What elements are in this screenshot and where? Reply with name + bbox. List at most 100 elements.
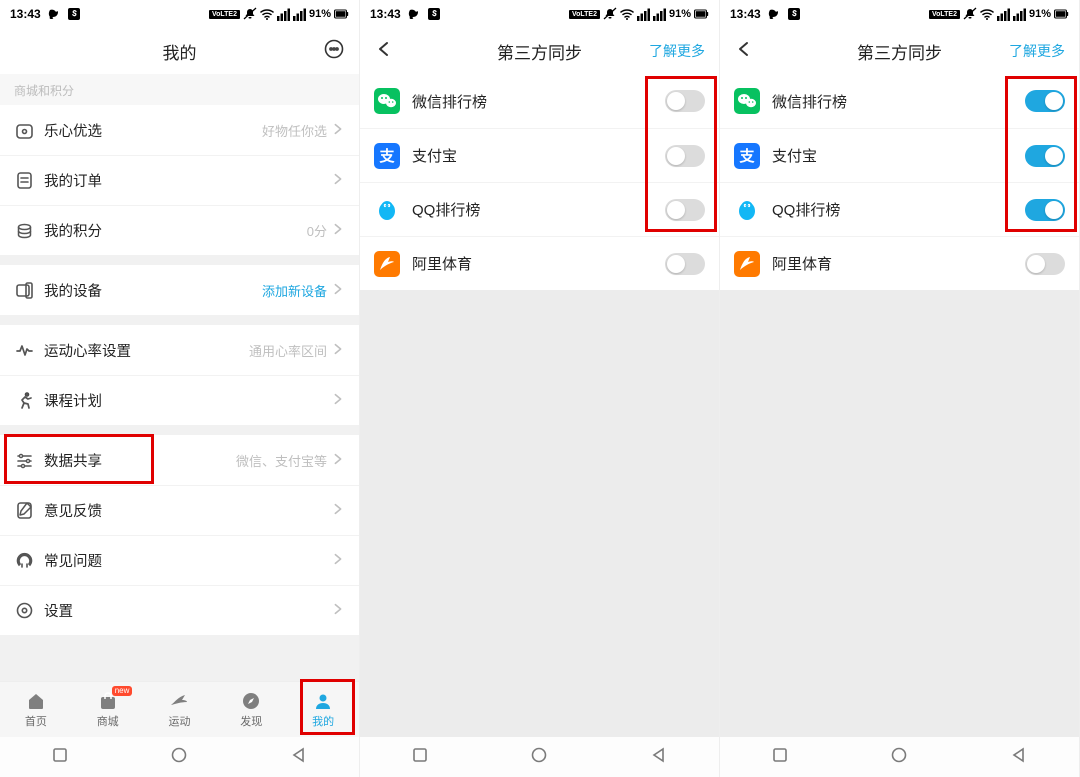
tab-mine[interactable]: 我的 [287, 682, 359, 737]
signal-icon-2 [653, 8, 666, 21]
toggle-alipay[interactable] [665, 145, 705, 167]
device-icon [14, 280, 34, 300]
sync-row-alipay[interactable]: 支付宝 [360, 128, 719, 182]
toggle-alisport[interactable] [1025, 253, 1065, 275]
points-icon [14, 221, 34, 241]
status-bar: 13:43 VoLTE2 91% [720, 0, 1079, 28]
nav-back-icon[interactable] [291, 747, 307, 768]
toggle-wechat[interactable] [1025, 90, 1065, 112]
nav-recent-icon[interactable] [772, 747, 788, 768]
sync-row-alisport[interactable]: 阿里体育 [360, 236, 719, 290]
android-nav-bar [360, 737, 719, 777]
nav-recent-icon[interactable] [412, 747, 428, 768]
wechat-icon [374, 88, 400, 114]
bell-off-icon [243, 7, 257, 21]
header-bar: 第三方同步 了解更多 [720, 28, 1079, 74]
chevron-right-icon [331, 392, 345, 409]
row-course[interactable]: 课程计划 [0, 375, 359, 425]
battery-icon [334, 8, 349, 20]
battery-text: 91% [1029, 8, 1051, 20]
toggle-qq[interactable] [1025, 199, 1065, 221]
squirrel-icon [767, 7, 781, 21]
learn-more-link[interactable]: 了解更多 [1009, 41, 1065, 61]
row-lexin-select[interactable]: 乐心优选 好物任你选 [0, 105, 359, 155]
wifi-icon [980, 7, 994, 21]
nav-back-icon[interactable] [651, 747, 667, 768]
row-faq[interactable]: 常见问题 [0, 535, 359, 585]
nav-back-icon[interactable] [1011, 747, 1027, 768]
bell-off-icon [603, 7, 617, 21]
chevron-right-icon [331, 502, 345, 519]
tab-discover[interactable]: 发现 [215, 682, 287, 737]
alipay-icon [734, 143, 760, 169]
squirrel-icon [47, 7, 61, 21]
chevron-right-icon [331, 122, 345, 139]
row-orders[interactable]: 我的订单 [0, 155, 359, 205]
sync-row-alipay[interactable]: 支付宝 [720, 128, 1079, 182]
header-bar: 第三方同步 了解更多 [360, 28, 719, 74]
row-devices[interactable]: 我的设备 添加新设备 [0, 265, 359, 315]
battery-text: 91% [309, 8, 331, 20]
feedback-icon [14, 501, 34, 521]
back-button[interactable] [374, 39, 394, 64]
alipay-icon [374, 143, 400, 169]
toggle-wechat[interactable] [665, 90, 705, 112]
android-nav-bar [0, 737, 359, 777]
squirrel-icon [407, 7, 421, 21]
signal-icon-2 [1013, 8, 1026, 21]
orders-icon [14, 171, 34, 191]
messages-icon[interactable] [323, 38, 345, 65]
row-data-share[interactable]: 数据共享 微信、支付宝等 [0, 435, 359, 485]
chevron-right-icon [331, 452, 345, 469]
battery-icon [694, 8, 709, 20]
gear-icon [14, 601, 34, 621]
status-time: 13:43 [370, 7, 401, 21]
row-heartrate[interactable]: 运动心率设置 通用心率区间 [0, 325, 359, 375]
tab-mall[interactable]: 商城new [72, 682, 144, 737]
status-time: 13:43 [10, 7, 41, 21]
signal-icon [277, 8, 290, 21]
android-nav-bar [720, 737, 1079, 777]
row-settings[interactable]: 设置 [0, 585, 359, 635]
volte-badge: VoLTE2 [569, 10, 600, 19]
row-points[interactable]: 我的积分 0分 [0, 205, 359, 255]
s-app-icon [787, 7, 801, 21]
toggle-qq[interactable] [665, 199, 705, 221]
chevron-right-icon [331, 282, 345, 299]
volte-badge: VoLTE2 [209, 10, 240, 19]
nav-home-icon[interactable] [531, 747, 547, 768]
tab-home[interactable]: 首页 [0, 682, 72, 737]
shop-icon [14, 120, 34, 140]
faq-icon [14, 551, 34, 571]
tab-sport[interactable]: 运动 [144, 682, 216, 737]
sync-row-wechat[interactable]: 微信排行榜 [720, 74, 1079, 128]
signal-icon-2 [293, 8, 306, 21]
wechat-icon [734, 88, 760, 114]
sync-row-qq[interactable]: QQ排行榜 [720, 182, 1079, 236]
qq-icon [374, 197, 400, 223]
s-app-icon [427, 7, 441, 21]
nav-recent-icon[interactable] [52, 747, 68, 768]
chevron-right-icon [331, 172, 345, 189]
heartrate-icon [14, 340, 34, 360]
toggle-alipay[interactable] [1025, 145, 1065, 167]
nav-home-icon[interactable] [171, 747, 187, 768]
battery-text: 91% [669, 8, 691, 20]
learn-more-link[interactable]: 了解更多 [649, 41, 705, 61]
sliders-icon [14, 450, 34, 470]
status-time: 13:43 [730, 7, 761, 21]
row-feedback[interactable]: 意见反馈 [0, 485, 359, 535]
section-header-mall: 商城和积分 [0, 74, 359, 105]
sync-row-alisport[interactable]: 阿里体育 [720, 236, 1079, 290]
toggle-alisport[interactable] [665, 253, 705, 275]
chevron-right-icon [331, 602, 345, 619]
sync-row-wechat[interactable]: 微信排行榜 [360, 74, 719, 128]
wifi-icon [620, 7, 634, 21]
s-app-icon [67, 7, 81, 21]
back-button[interactable] [734, 39, 754, 64]
sync-row-qq[interactable]: QQ排行榜 [360, 182, 719, 236]
chevron-right-icon [331, 342, 345, 359]
status-bar: 13:43 VoLTE2 91% [0, 0, 359, 28]
nav-home-icon[interactable] [891, 747, 907, 768]
signal-icon [997, 8, 1010, 21]
